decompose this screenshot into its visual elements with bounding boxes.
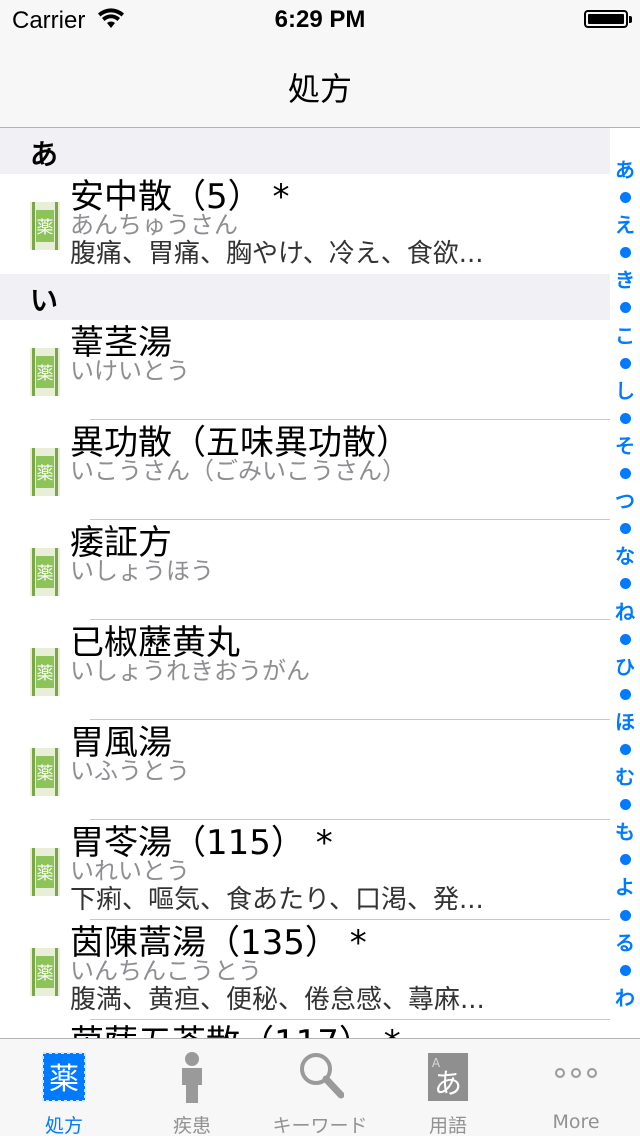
medicine-icon: 薬 [30, 202, 60, 250]
index-dot [619, 909, 631, 921]
list-item[interactable]: 薬 胃風湯 いふうとう [0, 720, 610, 820]
index-dot [619, 799, 631, 811]
list-item[interactable]: 薬 異功散（五味異功散） いこうさん（ごみいこうさん） [0, 420, 610, 520]
index-letter[interactable]: な [615, 544, 635, 568]
index-dot [619, 247, 631, 259]
index-letter[interactable]: よ [615, 875, 635, 899]
list-item[interactable]: 薬 茵陳蒿湯（135） * いんちんこうとう 腹満、黄疸、便秘、倦怠感、蕁麻..… [0, 920, 610, 1020]
item-reading: いしょうほう [70, 557, 214, 585]
tab-label: キーワード [272, 1115, 368, 1137]
list-item[interactable]: 薬 胃苓湯（115） * いれいとう 下痢、嘔気、食あたり、口渇、発... [0, 820, 610, 920]
svg-text:薬: 薬 [37, 864, 54, 884]
tab-label: More [552, 1111, 600, 1133]
index-dot [619, 964, 631, 976]
index-dot [619, 854, 631, 866]
medicine-icon: 薬 [30, 648, 60, 696]
index-letter[interactable]: あ [615, 158, 635, 182]
section-index[interactable]: あえきこしそつなねひほむもよるわ [610, 158, 640, 1010]
prescription-list[interactable]: あ 薬 安中散（5） * あんちゅうさん 腹痛、胃痛、胸やけ、冷え、食欲... … [0, 128, 640, 1038]
item-reading: いけいとう [70, 357, 190, 385]
page-title: 処方 [287, 70, 352, 108]
index-letter[interactable]: え [615, 213, 635, 237]
index-dot [619, 192, 631, 204]
item-symptoms: 腹満、黄疸、便秘、倦怠感、蕁麻... [70, 985, 485, 1015]
svg-text:A: A [432, 1056, 441, 1070]
tab-prescriptions[interactable]: 薬 処方 [0, 1039, 128, 1137]
svg-text:薬: 薬 [37, 764, 54, 784]
svg-text:薬: 薬 [37, 364, 54, 384]
item-reading: いしょうれきおうがん [70, 657, 310, 685]
item-reading: いれいとう [70, 857, 190, 885]
index-letter[interactable]: ね [615, 600, 635, 624]
medicine-icon: 薬 [30, 948, 60, 996]
medicine-icon: 薬 [30, 848, 60, 896]
list-item[interactable]: 薬 已椒藶黄丸 いしょうれきおうがん [0, 620, 610, 720]
index-dot [619, 523, 631, 535]
index-dot [619, 688, 631, 700]
index-dot [619, 578, 631, 590]
medicine-icon: 薬 [30, 748, 60, 796]
list-item[interactable]: 薬 安中散（5） * あんちゅうさん 腹痛、胃痛、胸やけ、冷え、食欲... [0, 174, 610, 274]
tab-label: 疾患 [172, 1115, 211, 1137]
index-dot [619, 302, 631, 314]
item-symptoms: 下痢、嘔気、食あたり、口渇、発... [70, 885, 484, 915]
tab-keyword[interactable]: キーワード [256, 1039, 384, 1137]
status-bar: Carrier 6:29 PM [0, 0, 640, 40]
more-icon [555, 1068, 597, 1078]
tab-label: 用語 [428, 1115, 467, 1137]
index-letter[interactable]: そ [615, 434, 635, 458]
section-header-a: あ [0, 128, 610, 174]
battery-icon [584, 10, 632, 28]
index-dot [619, 412, 631, 424]
list-item[interactable]: 薬 痿証方 いしょうほう [0, 520, 610, 620]
person-icon [182, 1052, 202, 1103]
svg-text:薬: 薬 [37, 218, 54, 238]
tab-bar: 薬 処方 疾患 キーワード あA 用語 More [0, 1038, 640, 1137]
search-icon [300, 1053, 344, 1099]
section-header-label: あ [30, 138, 59, 171]
index-letter[interactable]: き [615, 268, 635, 292]
item-title: 茵蔯五苓散（117） * [70, 1022, 401, 1038]
index-dot [619, 743, 631, 755]
medicine-icon: 薬 [30, 448, 60, 496]
index-dot [619, 633, 631, 645]
index-letter[interactable]: こ [615, 324, 635, 348]
item-symptoms: 腹痛、胃痛、胸やけ、冷え、食欲... [70, 239, 484, 269]
section-header-label: い [30, 284, 59, 317]
index-dot [619, 357, 631, 369]
item-reading: いふうとう [70, 757, 190, 785]
svg-text:薬: 薬 [37, 464, 54, 484]
medicine-icon: 薬 [30, 348, 60, 396]
index-letter[interactable]: つ [615, 489, 635, 513]
index-letter[interactable]: る [615, 931, 635, 955]
tab-diseases[interactable]: 疾患 [128, 1039, 256, 1137]
tab-glossary[interactable]: あA 用語 [384, 1039, 512, 1137]
prescription-icon: 薬 [42, 1052, 86, 1102]
glossary-icon: あA [428, 1053, 468, 1101]
list-item[interactable]: 薬 葦茎湯 いけいとう [0, 320, 610, 420]
svg-text:あ: あ [434, 1067, 462, 1100]
index-letter[interactable]: ひ [615, 655, 635, 679]
tab-label: 処方 [44, 1115, 83, 1137]
svg-text:薬: 薬 [37, 664, 54, 684]
item-reading: いこうさん（ごみいこうさん） [70, 457, 406, 485]
medicine-icon: 薬 [30, 548, 60, 596]
svg-text:薬: 薬 [37, 964, 54, 984]
index-letter[interactable]: む [615, 765, 635, 789]
item-reading: いんちんこうとう [70, 957, 262, 985]
section-header-i: い [0, 274, 610, 320]
index-letter[interactable]: も [615, 820, 635, 844]
svg-text:薬: 薬 [49, 1062, 79, 1097]
navigation-bar: 処方 [0, 40, 640, 128]
index-dot [619, 468, 631, 480]
item-reading: あんちゅうさん [70, 211, 238, 239]
svg-text:薬: 薬 [37, 564, 54, 584]
list-item[interactable]: 茵蔯五苓散（117） * [0, 1020, 610, 1038]
index-letter[interactable]: し [615, 379, 635, 403]
index-letter[interactable]: わ [615, 986, 635, 1010]
status-time: 6:29 PM [274, 6, 366, 33]
index-letter[interactable]: ほ [615, 710, 635, 734]
tab-more[interactable]: More [512, 1039, 640, 1137]
